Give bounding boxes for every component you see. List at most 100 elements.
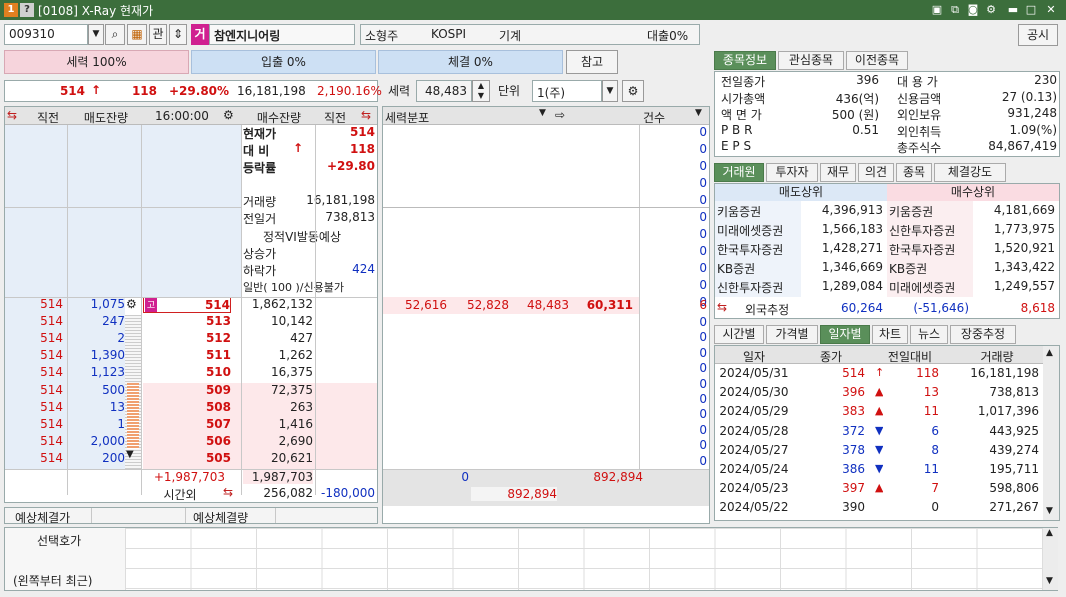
ask-price[interactable]: 513	[143, 314, 231, 328]
tab-2[interactable]: 이전종목	[846, 51, 908, 70]
buy-broker[interactable]: 키움증권	[889, 203, 933, 220]
sell-broker[interactable]: 한국투자증권	[717, 241, 783, 258]
gear-icon[interactable]: ⚙	[223, 108, 234, 122]
arrow-right-icon[interactable]: ⇨	[555, 108, 565, 122]
power-value[interactable]: 48,483	[416, 80, 472, 102]
pin-icon[interactable]: ▣	[930, 2, 944, 17]
loan-label: 대출0%	[647, 27, 688, 44]
search-icon[interactable]: ⌕	[105, 24, 125, 45]
calendar-icon[interactable]: ▦	[127, 24, 147, 45]
spin-icon[interactable]: ▲▼	[472, 80, 490, 102]
dropdown-icon[interactable]: ▼	[695, 108, 702, 118]
announce-button[interactable]: 공시	[1018, 24, 1058, 46]
tab-3[interactable]: 차트	[872, 325, 908, 344]
swap-icon[interactable]: ⇆	[717, 300, 727, 314]
bid-remain[interactable]: 1,262	[243, 348, 313, 362]
ask-prev: 514	[5, 348, 63, 362]
chevron-down-icon[interactable]: ▼	[88, 24, 104, 45]
count-value: 0	[639, 361, 707, 375]
swap-icon[interactable]: ⇆	[223, 485, 233, 499]
bid-remain[interactable]: 263	[243, 400, 313, 414]
help-icon[interactable]: ?	[20, 3, 34, 17]
tab-5[interactable]: 장중추정	[950, 325, 1016, 344]
buy-broker[interactable]: KB증권	[889, 260, 927, 277]
minimize-icon[interactable]: ▬	[1006, 2, 1020, 17]
tab-1[interactable]: 관심종목	[778, 51, 844, 70]
bid-ask-remain[interactable]: 1	[67, 417, 125, 431]
tab-0[interactable]: 거래원	[714, 163, 764, 182]
daily-scrollbar[interactable]: ▲▼	[1043, 346, 1059, 520]
info-diff-label: 대 비	[243, 142, 269, 159]
bid-price[interactable]: 507	[143, 417, 231, 431]
tab-5[interactable]: 체결강도	[934, 163, 1006, 182]
sell-broker[interactable]: 미래에셋증권	[717, 222, 783, 239]
chevron-down-icon[interactable]: ▼	[126, 449, 134, 460]
dist-footer-1: 0	[383, 470, 469, 484]
tab-1[interactable]: 가격별	[766, 325, 818, 344]
daily-volume: 439,274	[953, 443, 1039, 457]
sell-broker[interactable]: 키움증권	[717, 203, 761, 220]
swap-icon[interactable]: ⇆	[361, 108, 371, 122]
tab-2[interactable]: 일자별	[820, 325, 870, 344]
bid-remain[interactable]: 427	[243, 331, 313, 345]
sell-broker[interactable]: KB증권	[717, 260, 755, 277]
bottom-scrollbar[interactable]: ▲ ▼	[1043, 528, 1058, 590]
gwan-button[interactable]: 관	[149, 24, 167, 45]
ask-remain[interactable]: 1,390	[67, 348, 125, 362]
count-value: 0	[639, 438, 707, 452]
bid-ask-remain[interactable]: 500	[67, 383, 125, 397]
bid-remain[interactable]: 1,416	[243, 417, 313, 431]
settings-icon[interactable]: ⚙	[984, 2, 998, 17]
close-icon[interactable]: ✕	[1044, 2, 1058, 17]
select-quote-label: 선택호가	[37, 532, 81, 549]
tab-0[interactable]: 시간별	[714, 325, 764, 344]
bid-price[interactable]: 509	[143, 383, 231, 397]
ask-remain[interactable]: 2	[67, 331, 125, 345]
copy-icon[interactable]: ⧉	[948, 2, 962, 17]
bid-remain[interactable]: 10,142	[243, 314, 313, 328]
ask-price[interactable]: 510	[143, 365, 231, 379]
bid-remain[interactable]: 16,375	[243, 365, 313, 379]
ask-remain[interactable]: 1,123	[67, 365, 125, 379]
tab-3[interactable]: 의견	[858, 163, 894, 182]
window-number-icon[interactable]: 1	[4, 3, 18, 17]
buy-broker[interactable]: 한국투자증권	[889, 241, 955, 258]
ask-remain[interactable]: 247	[67, 314, 125, 328]
reference-button[interactable]: 참고	[566, 50, 618, 74]
stock-label: 전일종가	[721, 73, 765, 90]
bid-ask-remain[interactable]: 13	[67, 400, 125, 414]
info-general: 일반( 100 )/신용불가	[243, 279, 344, 295]
ask-price[interactable]: 512	[143, 331, 231, 345]
buy-broker[interactable]: 미래에셋증권	[889, 279, 955, 296]
bid-remain[interactable]: 20,621	[243, 451, 313, 465]
tab-4[interactable]: 종목	[896, 163, 932, 182]
bid-price[interactable]: 505	[143, 451, 231, 465]
bid-remain[interactable]: 72,375	[243, 383, 313, 397]
scroll-icon[interactable]: ⇕	[169, 24, 187, 45]
tab-2[interactable]: 재무	[820, 163, 856, 182]
sell-broker[interactable]: 신한투자증권	[717, 279, 783, 296]
dropdown-icon[interactable]: ▼	[539, 108, 546, 118]
unit-dropdown-icon[interactable]: ▼	[602, 80, 618, 102]
gear-icon[interactable]: ⚙	[126, 297, 137, 311]
bid-remain[interactable]: 1,862,132	[243, 297, 313, 311]
buy-broker[interactable]: 신한투자증권	[889, 222, 955, 239]
bid-price[interactable]: 506	[143, 434, 231, 448]
info-rate-label: 등락률	[243, 159, 276, 176]
bid-remain[interactable]: 2,690	[243, 434, 313, 448]
stock-code-input[interactable]: 009310	[4, 24, 88, 45]
bid-ask-remain[interactable]: 2,000	[67, 434, 125, 448]
swap-icon[interactable]: ⇆	[7, 108, 17, 122]
stock-value: 1.09(%)	[951, 123, 1057, 137]
tab-0[interactable]: 종목정보	[714, 51, 776, 70]
tab-4[interactable]: 뉴스	[910, 325, 948, 344]
camera-icon[interactable]: ◙	[966, 2, 980, 17]
ask-remain[interactable]: 1,075	[67, 297, 125, 311]
bid-ask-remain[interactable]: 200	[67, 451, 125, 465]
unit-select[interactable]: 1(주)	[532, 80, 602, 102]
bid-price[interactable]: 508	[143, 400, 231, 414]
ask-price[interactable]: 511	[143, 348, 231, 362]
tab-1[interactable]: 투자자	[766, 163, 818, 182]
settings-icon[interactable]: ⚙	[622, 80, 644, 102]
maximize-icon[interactable]: □	[1024, 2, 1038, 17]
